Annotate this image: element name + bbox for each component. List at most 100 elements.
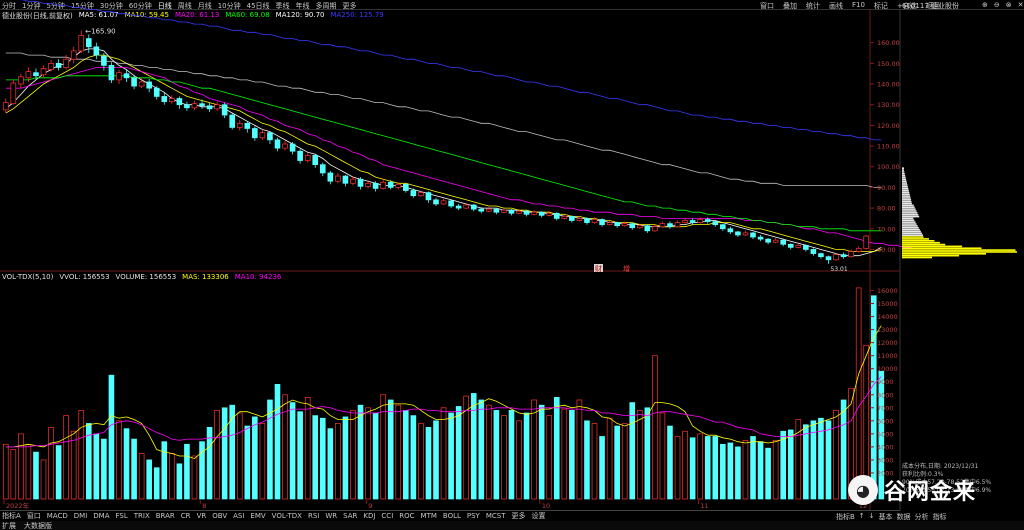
indicator-tab-1[interactable]: 窗口 [27,511,41,521]
chip-bar [902,208,916,210]
chip-bar [902,223,917,225]
volume-tick-label: 12000 [877,339,898,347]
volume-bar [599,436,605,500]
candle [259,129,266,140]
indicator-tab-22[interactable]: PSY [467,512,480,520]
candle-body [606,222,613,225]
indicator-tab-20[interactable]: MTM [421,512,437,520]
indicator-tab-18[interactable]: CCI [381,512,393,520]
candle-body [720,224,726,230]
candle-body [101,55,107,66]
indicator-tab-13[interactable]: VOL-TDX [272,512,302,520]
chip-bar [902,206,915,209]
candle-body [795,244,802,248]
indicator-tab-15[interactable]: WR [325,512,337,520]
chip-bar [902,202,912,205]
ma10-line [5,54,882,252]
candle [312,154,319,168]
indicator-tab-25[interactable]: 设置 [532,511,546,521]
candle-body [410,190,417,197]
expand-button[interactable]: 扩展 [2,521,16,530]
candle-body [569,216,575,221]
indicator-tab-11[interactable]: ASI [233,512,244,520]
candle-body [312,155,319,166]
indicator-tab-0[interactable]: 指标A [2,511,21,521]
indicator-tab-21[interactable]: BOLL [443,512,461,520]
volume-bar [674,436,681,500]
candle [674,220,681,228]
volume-bar [131,438,137,500]
volume-bar [621,423,628,500]
volume-label: VOLUME: 156553 [115,273,177,281]
volume-tick-label: 4000 [877,443,894,451]
candle [433,197,439,207]
candle [833,253,839,261]
volume-bar [18,433,24,500]
volume-bar [289,402,296,500]
candle-body [825,256,832,261]
volume-bar [614,425,620,500]
indicator-tab-17[interactable]: KDJ [363,512,375,520]
chip-bar [902,243,946,246]
indicator-tab-6[interactable]: TRIX [134,512,150,520]
candle [425,191,432,203]
volume-bar [772,440,779,500]
kline-chart[interactable]: ←165.90 53.01 财 增 160.00 150.00 140.00 130.00 12… [0,0,1024,510]
candle-body [418,192,424,197]
volume-bar [191,455,198,500]
indicator-tab-3[interactable]: DMI [74,512,88,520]
candle-body [78,35,85,52]
candle [40,65,47,78]
volume-bar [312,415,319,500]
volume-tick-label: 7000 [877,404,894,412]
indicator-tab-7[interactable]: BRAR [156,512,175,520]
indicator-tab-5[interactable]: FSL [116,512,128,520]
indicator-tab-14[interactable]: RSI [308,512,319,520]
indicator-tab-12[interactable]: EMV [250,512,265,520]
indicator-tab-19[interactable]: ROC [399,512,414,520]
chip-bar [902,215,920,218]
volume-bar [335,423,341,500]
volume-bar [108,374,115,500]
volume-bar [818,417,824,500]
indicator-tab-2[interactable]: MACD [47,512,68,520]
candle [440,198,447,205]
chip-bar [902,251,1017,253]
candle-body [863,235,870,249]
candle-body [199,103,205,107]
candle [214,101,220,111]
candle-body [403,183,409,191]
indicator-tab-4[interactable]: DMA [93,512,109,520]
candle-body [531,211,537,215]
candle-body [267,132,273,141]
chip-bar [902,241,940,244]
candle-body [252,128,258,139]
chip-bar [902,228,920,231]
candle-body [493,208,500,213]
volume-bar [455,406,462,500]
indicator-tab-9[interactable]: VR [197,512,207,520]
chip-bar [902,174,906,177]
indicator-tab-10[interactable]: OBV [212,512,227,520]
chip-bar [902,245,963,248]
candle-body [63,58,69,68]
cost-title: 成本分布,日期: 2023/12/31 [902,463,979,470]
candle-body [697,219,703,223]
candle-body [372,182,379,189]
chip-bar [902,172,905,175]
indicator-tab-24[interactable]: 更多 [512,511,526,521]
price-tick-label: 70.00 [877,225,896,233]
status-bar: 扩展 大数据版 [0,521,1024,530]
candle-body [448,200,454,207]
candle-body [131,77,137,87]
candle-body [599,219,605,225]
indicator-tab-8[interactable]: CR [181,512,191,520]
ma120-line [5,52,882,188]
indicator-tab-23[interactable]: MCST [486,512,506,520]
volume-bar [704,436,711,500]
chip-bar [902,234,924,236]
candle-body [116,72,122,81]
indicator-tab-16[interactable]: SAR [343,512,357,520]
low-price-label: 53.01 [830,266,847,273]
chip-bar [902,225,918,227]
